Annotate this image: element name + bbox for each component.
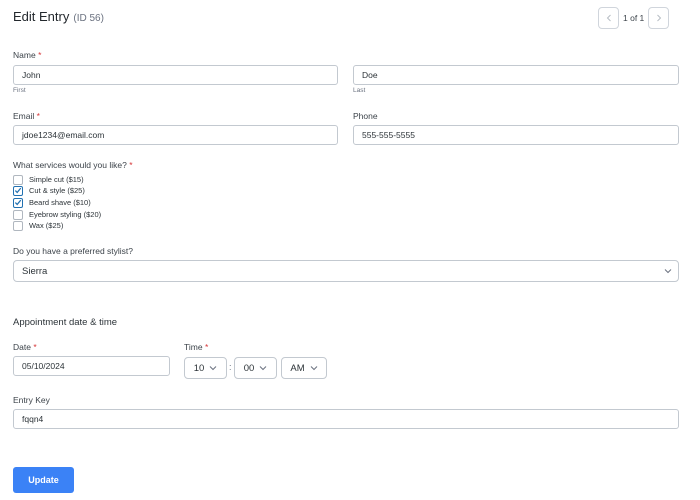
stylist-select-value: Sierra: [22, 265, 48, 277]
previous-entry-button[interactable]: [598, 7, 619, 29]
services-label-text: What services would you like?: [13, 160, 127, 170]
service-checkbox[interactable]: [13, 185, 23, 196]
date-value: 05/10/2024: [22, 361, 65, 371]
minute-select[interactable]: 00: [234, 357, 277, 379]
time-separator: :: [229, 362, 232, 372]
service-option-label: Wax ($25): [29, 221, 64, 230]
ampm-value: AM: [290, 362, 305, 374]
name-required-mark: *: [38, 50, 42, 60]
service-option-eyebrow-styling[interactable]: Eyebrow styling ($20): [13, 209, 101, 220]
stylist-label: Do you have a preferred stylist?: [13, 246, 134, 256]
service-option-beard-shave[interactable]: Beard shave ($10): [13, 197, 91, 208]
chevron-down-icon: [310, 366, 317, 371]
service-option-label: Eyebrow styling ($20): [29, 210, 102, 219]
service-checkbox[interactable]: [13, 174, 23, 185]
services-label: What services would you like? *: [13, 160, 133, 170]
service-checkbox[interactable]: [13, 209, 23, 220]
entry-id: (ID 56): [73, 13, 104, 24]
service-option-label: Simple cut ($15): [29, 175, 84, 184]
date-field[interactable]: 05/10/2024: [13, 356, 170, 376]
phone-label: Phone: [353, 111, 378, 121]
date-label-text: Date: [13, 342, 31, 352]
checkmark-icon: [14, 187, 22, 194]
time-required-mark: *: [204, 342, 209, 352]
name-label: Name *: [13, 50, 41, 60]
pager-count: 1 of 1: [623, 13, 645, 23]
last-name-input[interactable]: Doe: [353, 65, 679, 85]
first-name-sublabel: First: [13, 87, 26, 94]
services-required-mark: *: [129, 160, 133, 170]
entry-key-label: Entry Key: [13, 395, 50, 405]
date-required-mark: *: [33, 342, 37, 352]
date-label: Date *: [13, 342, 37, 352]
time-label-text: Time: [184, 342, 203, 352]
page-title-text: Edit Entry: [13, 9, 70, 24]
first-name-value: John: [22, 70, 41, 80]
minute-value: 00: [243, 362, 255, 374]
stylist-select[interactable]: Sierra: [13, 260, 679, 282]
hour-value: 10: [193, 362, 205, 374]
update-button[interactable]: Update: [13, 467, 74, 493]
entry-pager: 1 of 1: [598, 7, 670, 29]
hour-select[interactable]: 10: [184, 357, 227, 379]
service-option-cut-style[interactable]: Cut & style ($25): [13, 185, 85, 196]
service-checkbox[interactable]: [13, 220, 23, 231]
email-field[interactable]: jdoe1234@email.com: [13, 125, 338, 145]
chevron-right-icon: [656, 14, 661, 22]
appointment-section-title: Appointment date & time: [13, 317, 118, 328]
chevron-down-icon: [664, 269, 672, 274]
entry-key-value: fqqn4: [22, 414, 44, 424]
email-value: jdoe1234@email.com: [22, 130, 105, 140]
phone-field[interactable]: 555-555-5555: [353, 125, 679, 145]
phone-value: 555-555-5555: [362, 130, 415, 140]
email-label: Email *: [13, 111, 40, 121]
email-required-mark: *: [36, 111, 40, 121]
chevron-down-icon: [209, 366, 217, 371]
last-name-sublabel: Last: [353, 87, 366, 94]
last-name-value: Doe: [362, 70, 378, 80]
service-option-label: Beard shave ($10): [29, 198, 91, 207]
service-checkbox[interactable]: [13, 197, 23, 208]
checkmark-icon: [14, 199, 22, 206]
service-option-wax[interactable]: Wax ($25): [13, 220, 63, 231]
next-entry-button[interactable]: [648, 7, 670, 29]
page-title: Edit Entry (ID 56): [13, 9, 104, 24]
service-option-simple-cut[interactable]: Simple cut ($15): [13, 174, 84, 185]
service-option-label: Cut & style ($25): [29, 186, 85, 195]
entry-key-field[interactable]: fqqn4: [13, 409, 679, 429]
name-label-text: Name: [13, 50, 36, 60]
email-label-text: Email: [13, 111, 35, 121]
chevron-left-icon: [606, 14, 611, 22]
first-name-input[interactable]: John: [13, 65, 338, 85]
time-label: Time *: [184, 342, 208, 352]
ampm-select[interactable]: AM: [281, 357, 327, 379]
chevron-down-icon: [259, 366, 267, 371]
